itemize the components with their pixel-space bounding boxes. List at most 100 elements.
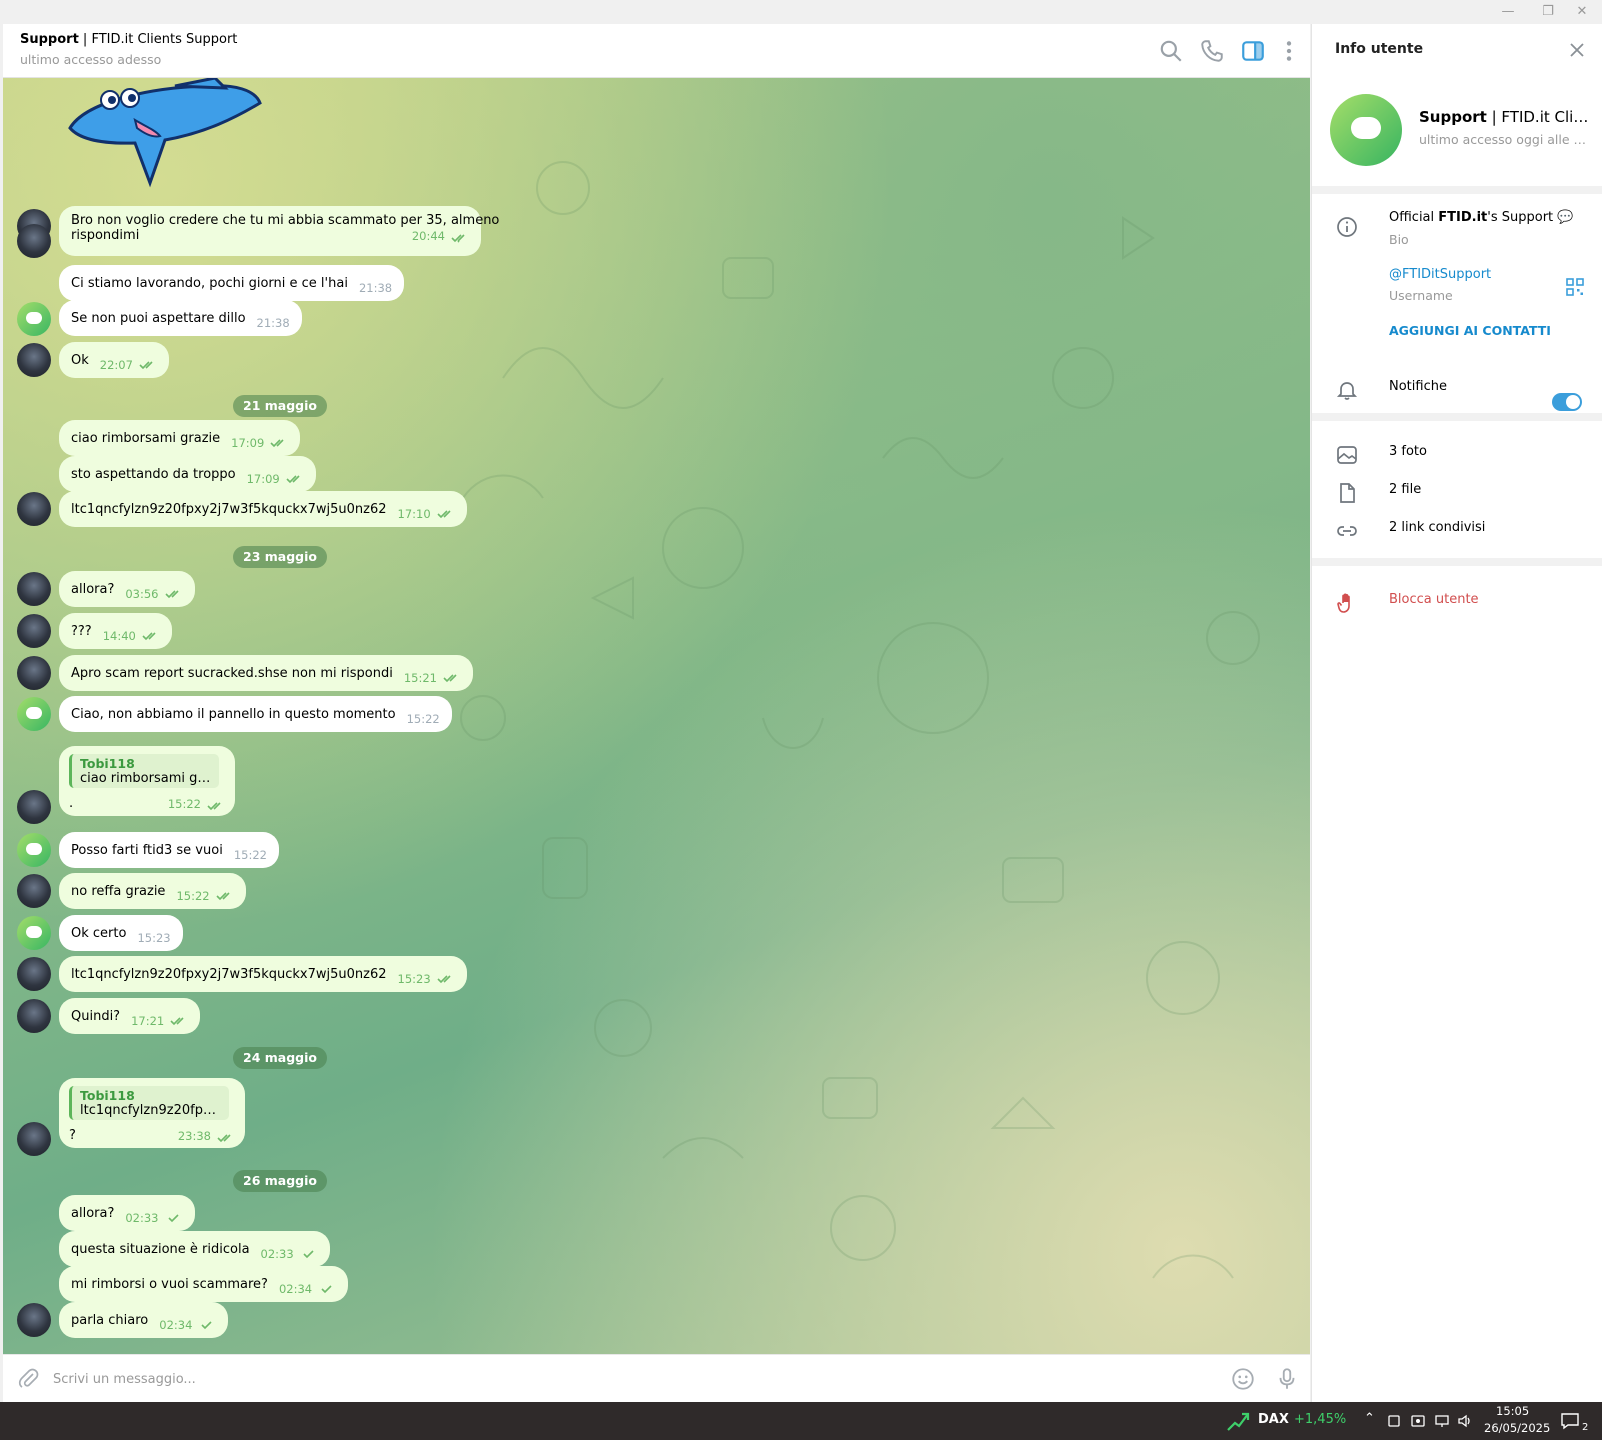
volume-icon[interactable] bbox=[1457, 1413, 1473, 1429]
user-avatar[interactable] bbox=[17, 614, 51, 648]
user-avatar[interactable] bbox=[17, 1303, 51, 1337]
message-bubble-outgoing[interactable]: Bro non voglio credere che tu mi abbia s… bbox=[59, 206, 499, 256]
single-check-icon bbox=[321, 1285, 332, 1294]
microphone-icon[interactable] bbox=[1274, 1366, 1300, 1392]
user-avatar[interactable] bbox=[17, 874, 51, 908]
user-avatar[interactable] bbox=[17, 492, 51, 526]
profile-avatar[interactable] bbox=[1330, 94, 1402, 166]
message-bubble-outgoing[interactable]: ltc1qncfylzn9z20fpxy2j7w3f5kquckx7wj5u0n… bbox=[59, 956, 467, 992]
message-bubble-outgoing[interactable]: Apro scam report su cracked.sh se non mi… bbox=[59, 655, 473, 691]
support-avatar[interactable] bbox=[17, 916, 51, 950]
qr-code-icon[interactable] bbox=[1565, 277, 1585, 297]
notifications-toggle[interactable] bbox=[1552, 393, 1582, 411]
message-bubble-incoming[interactable]: Ci stiamo lavorando, pochi giorni e ce l… bbox=[59, 265, 405, 301]
close-window-icon[interactable]: ✕ bbox=[1570, 2, 1594, 22]
message-bubble-outgoing[interactable]: no reffa grazie 15:22 bbox=[59, 873, 246, 909]
message-bubble-outgoing[interactable]: mi rimborsi o vuoi scammare? 02:34 bbox=[59, 1266, 349, 1302]
message-bubble-outgoing[interactable]: Ok 22:07 bbox=[59, 342, 169, 378]
message-bubble-outgoing[interactable]: allora? 03:56 bbox=[59, 571, 195, 607]
user-avatar[interactable] bbox=[17, 790, 51, 824]
message-bubble-incoming[interactable]: Posso farti ftid3 se vuoi 15:22 bbox=[59, 832, 279, 868]
chat-title[interactable]: Support | FTID.it Clients Support bbox=[20, 32, 237, 47]
device-icon[interactable] bbox=[1386, 1413, 1402, 1429]
message-bubble-outgoing[interactable]: allora? 02:33 bbox=[59, 1195, 195, 1231]
message-bubble-reply[interactable]: Tobi118 ciao rimborsami grazie . 15:22 bbox=[59, 746, 235, 816]
message-text: allora? bbox=[71, 1205, 115, 1221]
shared-links-item[interactable]: 2 link condivisi bbox=[1389, 520, 1485, 535]
message-bubble-incoming[interactable]: Se non puoi aspettare dillo 21:38 bbox=[59, 300, 302, 336]
search-icon[interactable] bbox=[1158, 38, 1184, 64]
minimize-icon[interactable]: — bbox=[1496, 2, 1520, 22]
notification-count-badge: 2 bbox=[1582, 1422, 1589, 1433]
message-bubble-outgoing[interactable]: questa situazione è ridicola 02:33 bbox=[59, 1231, 330, 1267]
username-link[interactable]: @FTIDitSupport bbox=[1389, 267, 1491, 282]
notification-center-icon[interactable] bbox=[1560, 1412, 1580, 1430]
message-time: 15:22 bbox=[167, 797, 201, 811]
user-avatar[interactable] bbox=[17, 656, 51, 690]
taskbar-clock-date[interactable]: 26/05/2025 bbox=[1484, 1421, 1550, 1435]
user-avatar[interactable] bbox=[17, 572, 51, 606]
phone-icon[interactable] bbox=[1199, 38, 1225, 64]
support-avatar[interactable] bbox=[17, 697, 51, 731]
network-icon[interactable] bbox=[1434, 1413, 1450, 1429]
message-row: Bro non voglio credere che tu mi abbia s… bbox=[3, 206, 1310, 258]
section-separator bbox=[1312, 186, 1602, 194]
message-link-cracked[interactable]: cracked.sh bbox=[203, 666, 273, 681]
message-text: no reffa grazie bbox=[71, 883, 166, 899]
message-bubble-reply[interactable]: Tobi118 ltc1qncfylzn9z20fpxy2j... ? 23:3… bbox=[59, 1078, 245, 1148]
chevron-up-icon[interactable]: ⌃ bbox=[1364, 1411, 1375, 1426]
reply-quote[interactable]: Tobi118 ciao rimborsami grazie bbox=[69, 754, 219, 788]
double-check-icon bbox=[170, 1017, 184, 1026]
message-input[interactable] bbox=[53, 1367, 1153, 1391]
reply-quote-author: Tobi118 bbox=[80, 1088, 135, 1103]
reply-quote[interactable]: Tobi118 ltc1qncfylzn9z20fpxy2j... bbox=[69, 1086, 229, 1120]
support-avatar[interactable] bbox=[17, 302, 51, 336]
sidebar-toggle-icon[interactable] bbox=[1240, 38, 1266, 64]
chat-messages-area[interactable]: Bro non voglio credere che tu mi abbia s… bbox=[3, 78, 1310, 1354]
message-bubble-incoming[interactable]: Ok certo 15:23 bbox=[59, 915, 183, 951]
user-avatar[interactable] bbox=[17, 957, 51, 991]
message-row: ltc1qncfylzn9z20fpxy2j7w3f5kquckx7wj5u0n… bbox=[3, 491, 1310, 531]
message-bubble-outgoing[interactable]: ??? 14:40 bbox=[59, 613, 172, 649]
message-time: 21:38 bbox=[358, 281, 393, 295]
user-avatar[interactable] bbox=[17, 1122, 51, 1156]
support-avatar[interactable] bbox=[17, 833, 51, 867]
message-bubble-outgoing[interactable]: ltc1qncfylzn9z20fpxy2j7w3f5kquckx7wj5u0n… bbox=[59, 491, 467, 527]
message-text: questa situazione è ridicola bbox=[71, 1241, 250, 1257]
chat-title-bold: Support bbox=[20, 32, 79, 47]
message-time: 22:07 bbox=[99, 358, 133, 372]
stock-ticker-label[interactable]: DAX bbox=[1258, 1412, 1289, 1427]
user-avatar[interactable] bbox=[17, 224, 51, 258]
dolphin-sticker[interactable] bbox=[65, 78, 275, 188]
taskbar-clock-time[interactable]: 15:05 bbox=[1496, 1404, 1529, 1418]
message-time: 02:33 bbox=[125, 1211, 159, 1225]
shared-files-item[interactable]: 2 file bbox=[1389, 482, 1421, 497]
message-time: 17:21 bbox=[131, 1014, 165, 1028]
restore-icon[interactable]: ❐ bbox=[1536, 2, 1560, 22]
paperclip-icon[interactable] bbox=[17, 1367, 41, 1391]
message-bubble-outgoing[interactable]: parla chiaro 02:34 bbox=[59, 1302, 229, 1338]
single-check-icon bbox=[303, 1250, 314, 1259]
shared-photos-item[interactable]: 3 foto bbox=[1389, 444, 1427, 459]
block-user-button[interactable]: Blocca utente bbox=[1389, 592, 1479, 607]
message-bubble-outgoing[interactable]: sto aspettando da troppo 17:09 bbox=[59, 456, 316, 492]
message-row: Ci stiamo lavorando, pochi giorni e ce l… bbox=[3, 265, 1310, 305]
user-avatar[interactable] bbox=[17, 343, 51, 377]
message-row: Quindi? 17:21 bbox=[3, 998, 1310, 1038]
message-bubble-incoming[interactable]: Ciao, non abbiamo il pannello in questo … bbox=[59, 696, 452, 732]
security-icon[interactable] bbox=[1410, 1413, 1426, 1429]
stock-chart-icon[interactable] bbox=[1226, 1410, 1250, 1432]
more-menu-icon[interactable] bbox=[1276, 38, 1302, 64]
message-time: 15:23 bbox=[137, 931, 171, 945]
message-row: Ok certo 15:23 bbox=[3, 915, 1310, 955]
stock-ticker-change[interactable]: +1,45% bbox=[1294, 1412, 1346, 1427]
user-avatar[interactable] bbox=[17, 999, 51, 1033]
message-bubble-outgoing[interactable]: Quindi? 17:21 bbox=[59, 998, 201, 1034]
bio-text: Official FTID.it's Support 💬 bbox=[1389, 210, 1573, 225]
date-separator: 21 maggio bbox=[233, 395, 327, 417]
close-icon[interactable] bbox=[1565, 38, 1589, 62]
add-to-contacts-button[interactable]: AGGIUNGI AI CONTATTI bbox=[1389, 323, 1551, 338]
emoji-icon[interactable] bbox=[1230, 1366, 1256, 1392]
message-bubble-outgoing[interactable]: ciao rimborsami grazie 17:09 bbox=[59, 420, 301, 456]
message-time: 02:34 bbox=[159, 1318, 193, 1332]
